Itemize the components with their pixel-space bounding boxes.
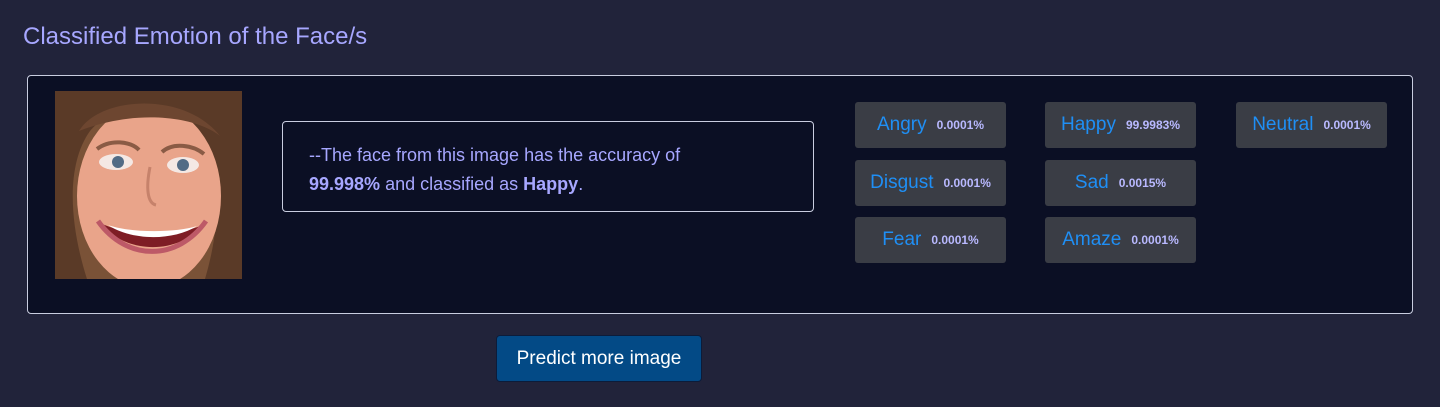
classification-summary: --The face from this image has the accur…	[282, 121, 814, 212]
face-photo	[55, 91, 242, 279]
page-title: Classified Emotion of the Face/s	[23, 23, 368, 50]
emotion-value-fear: 0.0001%	[931, 233, 979, 247]
emotion-value-neutral: 0.0001%	[1323, 118, 1371, 132]
emotion-chip-sad: Sad 0.0015%	[1045, 160, 1196, 206]
emotion-label-disgust: Disgust	[870, 172, 934, 193]
emotion-value-sad: 0.0015%	[1118, 176, 1167, 190]
emotion-chip-neutral: Neutral 0.0001%	[1236, 102, 1387, 148]
classified-emotion: Happy	[523, 174, 579, 194]
emotion-value-disgust: 0.0001%	[943, 176, 991, 190]
emotion-chip-angry: Angry 0.0001%	[855, 102, 1006, 148]
summary-prefix: --The face from this image has the accur…	[309, 145, 681, 165]
face-photo-icon	[55, 91, 242, 279]
predict-more-button[interactable]: Predict more image	[496, 335, 702, 382]
accuracy-value: 99.998%	[309, 174, 381, 194]
result-card: --The face from this image has the accur…	[27, 75, 1413, 314]
emotion-chip-happy: Happy 99.9983%	[1045, 102, 1196, 148]
emotion-results-page: Classified Emotion of the Face/s --The f…	[0, 0, 1440, 407]
emotion-label-amaze: Amaze	[1062, 229, 1122, 250]
emotion-chip-amaze: Amaze 0.0001%	[1045, 217, 1196, 263]
emotion-label-fear: Fear	[882, 229, 922, 250]
emotion-value-angry: 0.0001%	[936, 118, 984, 132]
emotion-value-amaze: 0.0001%	[1131, 233, 1179, 247]
emotion-value-happy: 99.9983%	[1125, 118, 1180, 132]
summary-middle: and classified as	[385, 174, 519, 194]
emotion-label-happy: Happy	[1061, 114, 1116, 135]
emotion-label-sad: Sad	[1074, 172, 1109, 193]
emotion-chip-fear: Fear 0.0001%	[855, 217, 1006, 263]
emotion-label-angry: Angry	[876, 114, 927, 135]
summary-suffix: .	[578, 174, 584, 194]
emotion-label-neutral: Neutral	[1252, 114, 1314, 135]
emotion-chip-disgust: Disgust 0.0001%	[855, 160, 1006, 206]
